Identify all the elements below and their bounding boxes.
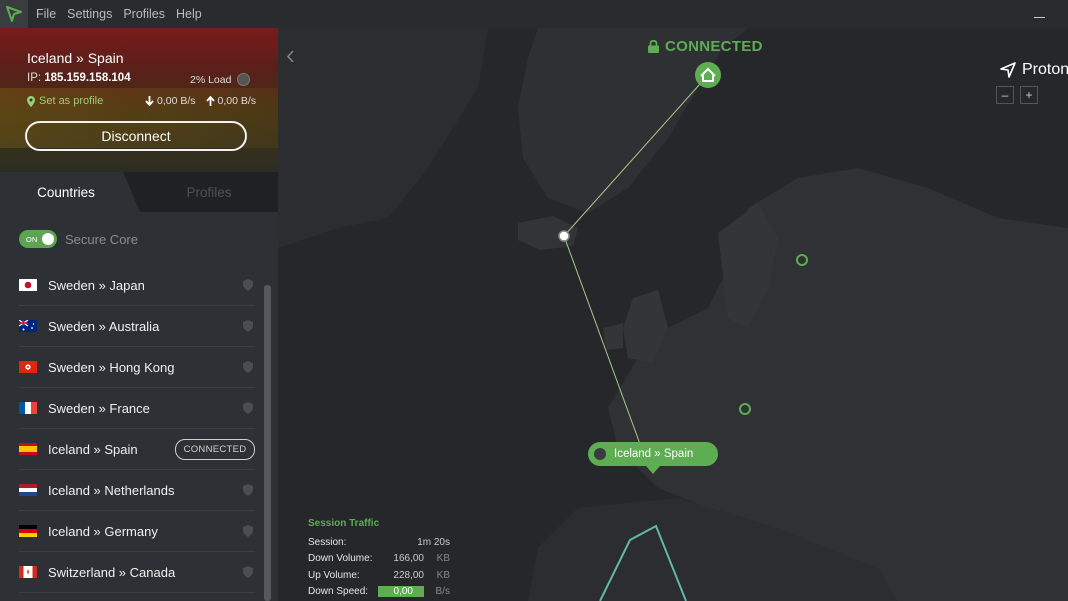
shield-icon bbox=[243, 402, 253, 414]
map-server-pin[interactable]: Iceland » Spain bbox=[588, 442, 718, 474]
lock-icon bbox=[648, 40, 659, 53]
server-name: Sweden » Hong Kong bbox=[48, 359, 175, 375]
arrow-down-icon bbox=[145, 96, 154, 106]
location-pin-icon bbox=[27, 95, 35, 107]
menu-profiles[interactable]: Profiles bbox=[123, 7, 165, 21]
shield-icon bbox=[243, 320, 253, 332]
server-row-sweden-japan[interactable]: Sweden » Japan bbox=[19, 265, 255, 306]
title-bar: File Settings Profiles Help bbox=[0, 0, 1068, 28]
map-zoom-controls: – + bbox=[996, 86, 1038, 104]
zoom-in-button[interactable]: + bbox=[1020, 86, 1038, 104]
connection-route: Iceland » Spain bbox=[27, 50, 124, 66]
map-view[interactable]: CONNECTED Proton – + Iceland » Spain Ses… bbox=[278, 28, 1068, 601]
session-traffic-panel: Session Traffic Session: 1m 20s Down Vol… bbox=[308, 518, 450, 600]
server-name: Iceland » Spain bbox=[48, 441, 138, 457]
map-connection-status: CONNECTED bbox=[648, 38, 763, 55]
zoom-out-button[interactable]: – bbox=[996, 86, 1014, 104]
japan-flag-icon bbox=[19, 279, 37, 291]
server-name: Sweden » Japan bbox=[48, 277, 145, 293]
load-indicator-icon bbox=[237, 73, 251, 86]
menu-file[interactable]: File bbox=[36, 7, 56, 21]
sidebar-tabs: Countries Profiles bbox=[0, 172, 278, 212]
shield-icon bbox=[243, 566, 253, 578]
home-node-icon[interactable] bbox=[695, 62, 721, 88]
world-map bbox=[278, 28, 1068, 601]
upload-speed: 0,00 B/s bbox=[217, 95, 257, 107]
server-row-sweden-australia[interactable]: Sweden » Australia bbox=[19, 306, 255, 347]
sidebar: Iceland » Spain IP: 185.159.158.104 2% L… bbox=[0, 28, 278, 601]
server-list-panel: ON Secure Core Sweden » Japan Sweden » A… bbox=[0, 212, 278, 601]
server-list-scrollbar[interactable] bbox=[264, 285, 271, 601]
arrow-up-icon bbox=[205, 96, 215, 106]
collapse-sidebar-icon[interactable] bbox=[281, 43, 299, 69]
connected-badge[interactable]: CONNECTED bbox=[175, 439, 255, 460]
shield-icon bbox=[243, 361, 253, 373]
hong-kong-flag-icon bbox=[19, 361, 37, 373]
canada-flag-icon bbox=[19, 566, 37, 578]
tab-countries[interactable]: Countries bbox=[0, 172, 140, 212]
server-list: Sweden » Japan Sweden » Australia Sweden… bbox=[0, 265, 262, 593]
server-name: Sweden » France bbox=[48, 400, 150, 416]
down-volume-row: Down Volume: 166,00 KB bbox=[308, 553, 450, 565]
shield-icon bbox=[243, 279, 253, 291]
brand-label: Proton bbox=[1000, 61, 1068, 79]
server-load: 2% Load bbox=[190, 73, 251, 86]
iceland-node-icon[interactable] bbox=[558, 230, 570, 242]
server-row-sweden-hong-kong[interactable]: Sweden » Hong Kong bbox=[19, 347, 255, 388]
shield-icon bbox=[243, 525, 253, 537]
server-row-iceland-germany[interactable]: Iceland » Germany bbox=[19, 511, 255, 552]
connection-status-panel: Iceland » Spain IP: 185.159.158.104 2% L… bbox=[0, 28, 278, 172]
set-as-profile-link[interactable]: Set as profile bbox=[27, 95, 103, 107]
menu-help[interactable]: Help bbox=[176, 7, 202, 21]
netherlands-flag-icon bbox=[19, 484, 37, 496]
server-row-switzerland-canada[interactable]: Switzerland » Canada bbox=[19, 552, 255, 593]
secure-core-label: Secure Core bbox=[65, 231, 138, 247]
server-name: Sweden » Australia bbox=[48, 318, 160, 334]
secure-core-toggle[interactable]: ON bbox=[19, 230, 57, 248]
secure-core-toggle-row: ON Secure Core bbox=[19, 230, 138, 248]
server-row-iceland-spain[interactable]: Iceland » Spain CONNECTED bbox=[19, 429, 255, 470]
connection-speed: 0,00 B/s 0,00 B/s bbox=[145, 95, 256, 107]
minimize-icon[interactable] bbox=[1034, 8, 1046, 20]
server-name: Switzerland » Canada bbox=[48, 564, 176, 580]
ip-address: IP: 185.159.158.104 bbox=[27, 72, 131, 84]
germany-flag-icon bbox=[19, 525, 37, 537]
disconnect-button[interactable]: Disconnect bbox=[25, 121, 247, 151]
server-row-iceland-netherlands[interactable]: Iceland » Netherlands bbox=[19, 470, 255, 511]
menu-bar: File Settings Profiles Help bbox=[36, 7, 202, 21]
spain-flag-icon bbox=[19, 443, 37, 455]
menu-settings[interactable]: Settings bbox=[67, 7, 112, 21]
shield-icon bbox=[243, 484, 253, 496]
session-time-row: Session: 1m 20s bbox=[308, 536, 450, 548]
proton-logo-icon bbox=[1000, 62, 1016, 78]
server-name: Iceland » Germany bbox=[48, 523, 158, 539]
australia-flag-icon bbox=[19, 320, 37, 332]
tab-profiles[interactable]: Profiles bbox=[140, 172, 278, 212]
server-row-sweden-france[interactable]: Sweden » France bbox=[19, 388, 255, 429]
server-name: Iceland » Netherlands bbox=[48, 482, 175, 498]
session-traffic-title: Session Traffic bbox=[308, 518, 380, 529]
down-speed-row: Down Speed: 0,00 B/s bbox=[308, 586, 450, 598]
up-volume-row: Up Volume: 228,00 KB bbox=[308, 569, 450, 581]
download-speed: 0,00 B/s bbox=[157, 95, 196, 107]
app-logo-icon bbox=[0, 0, 28, 28]
france-flag-icon bbox=[19, 402, 37, 414]
